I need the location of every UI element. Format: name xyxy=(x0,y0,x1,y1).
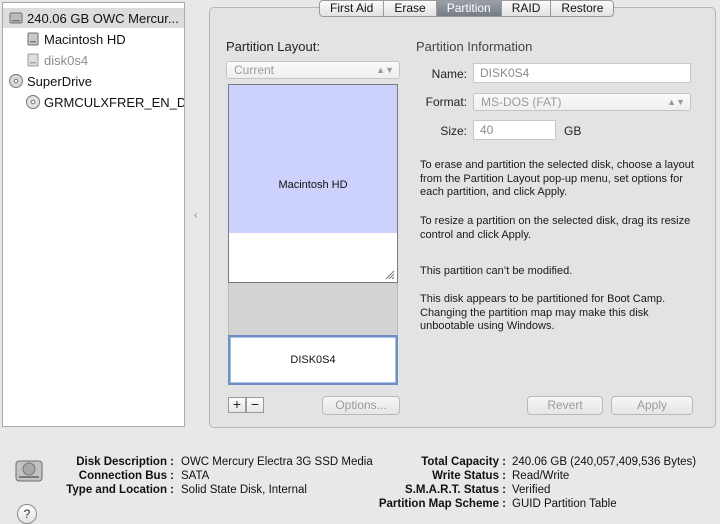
apply-button[interactable]: Apply xyxy=(611,396,693,415)
format-popup[interactable]: MS-DOS (FAT) ▲▼ xyxy=(473,93,691,111)
write-status-label: Write Status : xyxy=(432,470,506,482)
partition-diagram: Macintosh HD DISK0S4 xyxy=(228,84,398,385)
tab-erase[interactable]: Erase xyxy=(384,1,437,16)
info-paragraph-erase: To erase and partition the selected disk… xyxy=(420,159,694,198)
smart-status-value: Verified xyxy=(512,484,551,496)
popup-value: Current xyxy=(234,63,275,77)
size-unit: GB xyxy=(564,124,582,138)
drive-item-label: SuperDrive xyxy=(27,73,93,89)
splitter-handle[interactable]: ‹ xyxy=(194,210,197,221)
partition-info-title: Partition Information xyxy=(416,39,533,54)
partition-map-label: Partition Map Scheme : xyxy=(378,498,506,510)
partition-name-field[interactable]: DISK0S4 xyxy=(473,63,691,83)
partition-map-value: GUID Partition Table xyxy=(512,498,617,510)
partition-block-label: Macintosh HD xyxy=(278,179,348,191)
revert-button[interactable]: Revert xyxy=(527,396,603,415)
disk-item-owc[interactable]: 240.06 GB OWC Mercur... xyxy=(3,8,184,28)
resize-grip-icon[interactable] xyxy=(385,270,395,280)
info-paragraph-readonly: This partition can’t be modified. xyxy=(420,265,573,277)
tab-restore[interactable]: Restore xyxy=(551,1,613,16)
disc-item-label: GRMCULXFRER_EN_DVD xyxy=(44,94,184,110)
volume-item-macintosh-hd[interactable]: Macintosh HD xyxy=(3,29,184,49)
volume-item-label: Macintosh HD xyxy=(44,31,126,47)
drive-item-superdrive[interactable]: SuperDrive xyxy=(3,71,184,91)
volume-item-label: disk0s4 xyxy=(44,52,89,68)
partition-block-macintosh-hd[interactable]: Macintosh HD xyxy=(228,84,398,283)
info-paragraph-bootcamp: This disk appears to be partitioned for … xyxy=(420,293,666,332)
info-paragraph-resize: To resize a partition on the selected di… xyxy=(420,215,691,241)
total-capacity-label: Total Capacity : xyxy=(421,456,506,468)
tab-bar: First Aid Erase Partition RAID Restore xyxy=(319,0,615,17)
name-label: Name: xyxy=(431,67,467,81)
volume-item-disk0s4[interactable]: disk0s4 xyxy=(3,50,184,70)
disk-description-label: Disk Description : xyxy=(76,456,174,468)
remove-partition-button[interactable]: − xyxy=(246,397,264,413)
tab-raid[interactable]: RAID xyxy=(502,1,552,16)
disc-item-dvd[interactable]: GRMCULXFRER_EN_DVD xyxy=(3,92,184,112)
updown-arrows-icon: ▲▼ xyxy=(376,65,394,75)
disk-description-value: OWC Mercury Electra 3G SSD Media xyxy=(181,456,373,468)
updown-arrows-icon: ▲▼ xyxy=(667,97,685,107)
disc-icon xyxy=(26,95,40,109)
write-status-value: Read/Write xyxy=(512,470,570,482)
size-label: Size: xyxy=(440,124,467,138)
type-location-value: Solid State Disk, Internal xyxy=(181,484,307,496)
tab-partition[interactable]: Partition xyxy=(436,1,502,16)
partition-block-disk0s4[interactable]: DISK0S4 xyxy=(228,335,398,385)
total-capacity-value: 240.06 GB (240,057,409,536 Bytes) xyxy=(512,456,697,468)
add-partition-button[interactable]: + xyxy=(228,397,246,413)
format-label: Format: xyxy=(425,95,467,109)
format-value: MS-DOS (FAT) xyxy=(481,95,562,109)
connection-bus-value: SATA xyxy=(181,470,210,482)
partition-divider xyxy=(228,283,398,335)
tab-first-aid[interactable]: First Aid xyxy=(320,1,385,16)
optical-drive-icon xyxy=(9,74,23,88)
smart-status-label: S.M.A.R.T. Status : xyxy=(405,484,506,496)
partition-used-fill xyxy=(229,85,397,233)
volume-icon xyxy=(27,53,39,67)
partition-size-field[interactable]: 40 xyxy=(473,120,556,140)
partition-layout-popup[interactable]: Current ▲▼ xyxy=(226,61,400,79)
partition-layout-title: Partition Layout: xyxy=(226,39,320,54)
disk-list-sidebar[interactable]: 240.06 GB OWC Mercur... Macintosh HD dis… xyxy=(2,2,185,427)
options-button[interactable]: Options... xyxy=(322,396,400,415)
hard-disk-icon xyxy=(9,12,23,24)
disk-item-label: 240.06 GB OWC Mercur... xyxy=(27,10,179,26)
partition-block-label: DISK0S4 xyxy=(290,354,336,366)
connection-bus-label: Connection Bus : xyxy=(78,470,174,482)
type-location-label: Type and Location : xyxy=(66,484,174,496)
volume-icon xyxy=(27,32,39,46)
help-button[interactable]: ? xyxy=(17,504,37,524)
